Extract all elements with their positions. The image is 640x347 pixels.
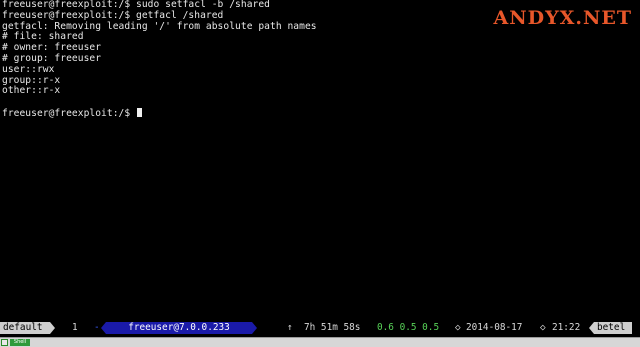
- text-cursor: [137, 107, 142, 117]
- session-tag-arrow: [50, 322, 55, 334]
- terminal-line: freeuser@freexploit:/$ getfacl /shared: [2, 9, 224, 21]
- hostname-tag: betel: [594, 322, 632, 334]
- terminal-window[interactable]: freeuser@freexploit:/$ sudo setfacl -b /…: [0, 0, 640, 318]
- terminal-line: other::r-x: [2, 85, 61, 97]
- window-marker: -: [94, 322, 100, 333]
- load-average: 0.6 0.5 0.5: [377, 322, 440, 333]
- taskbar: Shell: [0, 337, 640, 347]
- session-name-tag[interactable]: default: [0, 322, 50, 334]
- terminal-prompt: freeuser@freexploit:/$: [2, 107, 136, 119]
- watermark-text: ANDYX.NET: [493, 7, 632, 29]
- time-value: 21:22: [552, 322, 581, 333]
- uptime-value: 7h 51m 58s: [304, 322, 361, 333]
- date-value: 2014-08-17: [466, 322, 523, 333]
- terminal-prompt-line[interactable]: freeuser@freexploit:/$: [2, 107, 317, 119]
- andyx-logo-watermark: ANDYX.NET: [494, 7, 633, 29]
- diamond-icon: ◇: [540, 322, 546, 333]
- up-arrow-icon: ↑: [287, 322, 293, 333]
- diamond-icon: ◇: [455, 322, 461, 333]
- terminal-line: user::rwx: [2, 63, 55, 75]
- user-host-segment: freeuser@7.0.0.233: [106, 322, 252, 334]
- host-segment-right-arrow: [252, 322, 257, 334]
- terminal-output: freeuser@freexploit:/$ sudo setfacl -b /…: [2, 0, 317, 119]
- byobu-status-bar: default 1 - freeuser@7.0.0.233 ↑ 7h 51m …: [0, 322, 640, 334]
- app-menu-icon[interactable]: [1, 339, 8, 346]
- window-number[interactable]: 1: [72, 322, 78, 334]
- taskbar-item-shell[interactable]: Shell: [10, 339, 30, 346]
